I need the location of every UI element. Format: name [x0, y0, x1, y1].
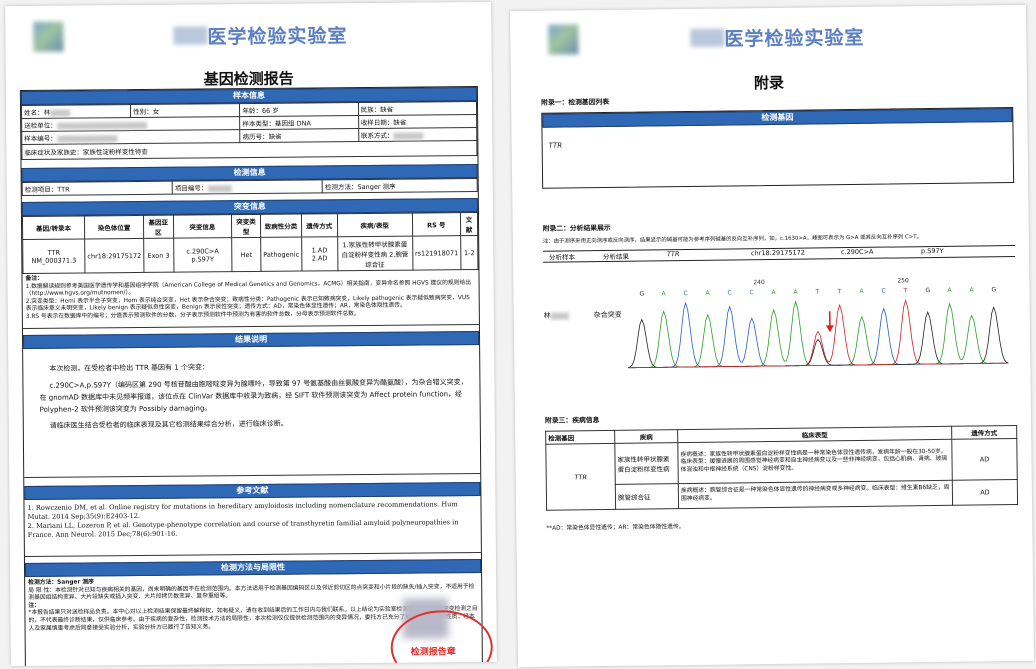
base-call: C	[683, 290, 687, 297]
base-calls: GACACCAATTACTGAAG	[639, 286, 996, 297]
result-text: 本次检测，在受检者中检出 TTR 基因有 1 个突变： c.290C>A,p.S…	[23, 345, 481, 478]
sample-name: 林	[544, 310, 569, 320]
clinical-history: 临床症状及家族史：家族性淀粉样变性待查	[21, 140, 477, 160]
base-call: A	[771, 289, 776, 296]
lab-header: 医学检验实验室	[510, 17, 1026, 59]
redacted-lab-prefix	[173, 26, 208, 45]
lab-header: 医学检验实验室	[5, 16, 491, 56]
base-call: G	[991, 286, 996, 293]
mutation-arrow-icon	[825, 311, 834, 333]
base-call: C	[727, 289, 731, 296]
chromatogram: 240 250 G A C A C C A A T T A C T G A A G	[627, 277, 1009, 369]
base-call: G	[925, 287, 930, 294]
mutation-table: 基因/转录本 染色体位置 基因亚区 突变信息 突变类型 致病性分类 遗传方式 疾…	[22, 212, 478, 274]
table-row: 检测项目：TTR 项目编号： 检测方法：Sanger 测序	[22, 178, 478, 196]
table-row: 临床症状及家族史：家族性淀粉样变性待查	[21, 140, 477, 160]
redacted-lab-prefix	[690, 28, 725, 47]
axis-label-250: 250	[897, 277, 909, 284]
base-call: C	[749, 289, 753, 296]
appendix-footnote: **AD：常染色体显性遗传；AR：常染色体隐性遗传。	[546, 524, 685, 532]
references-list: 1. Rowczenio DM, et al. Online registry …	[24, 496, 481, 557]
gene-list-item: TTR	[548, 141, 563, 150]
gene-list-box: 检测基因 TTR	[541, 107, 1015, 189]
appendix2-title: 附录二：分析结果展示	[542, 223, 611, 233]
base-call: A	[793, 289, 798, 296]
lab-name: 医学检验实验室	[207, 25, 348, 49]
detect-table: 检测项目：TTR 项目编号： 检测方法：Sanger 测序	[22, 178, 478, 196]
base-call: T	[836, 288, 841, 295]
base-call: A	[859, 288, 864, 295]
lab-logo-icon	[548, 24, 579, 55]
stamp-text: 检测报告章	[410, 647, 456, 658]
base-call: G	[639, 291, 644, 298]
result-header-row: 分析样本 分析结果 TTR chr18:29175172 c.290C>A p.…	[542, 245, 1016, 263]
base-call: C	[881, 288, 885, 295]
appendix3-title: 附录三：疾病信息	[544, 416, 600, 425]
trace-A	[628, 300, 1009, 369]
table-row: TTR 家族性转甲状腺素蛋白淀粉样变性病 疾病概述：家族性转甲状腺素蛋白淀粉样变…	[545, 438, 1018, 511]
appendix-page: 医学检验实验室 附录 附录一：检测基因列表 检测基因 TTR 附录二：分析结果展…	[510, 4, 1034, 668]
base-call: A	[969, 287, 974, 294]
sample-table: 姓名：林 性别：女 年龄：66 岁 民族：缺省 送检单位： 样本类型：基因组 D…	[21, 101, 477, 160]
lab-logo-icon	[33, 21, 64, 52]
base-call: A	[947, 287, 952, 294]
base-call: T	[814, 288, 819, 295]
lab-name: 医学检验实验室	[724, 26, 865, 51]
axis-label-240: 240	[753, 279, 765, 286]
base-call: T	[902, 287, 907, 294]
base-call: A	[661, 290, 666, 297]
appendix-title: 附录	[753, 73, 785, 93]
notes-block: 备注： 1.数据解读规则参考美国医学遗传学和基因组学学院（American Co…	[22, 270, 479, 329]
disease-table: 检测基因 疾病 临床表型 遗传方式 TTR 家族性转甲状腺素蛋白淀粉样变性病 疾…	[545, 425, 1018, 511]
table-row: 腕管综合征 疾病概述：腕管综合征是一种常染色体显性遗传的神经病变或多神经病变。临…	[546, 479, 1018, 511]
appendix2-note: 注：由于测序采用正向测序或反向测序，结果显示的碱基可能为参考序列碱基的反向互补序…	[542, 234, 922, 245]
report-body: 样本信息 姓名：林 性别：女 年龄：66 岁 民族：缺省 送检单位： 样本类型：…	[19, 86, 483, 667]
appendix1-title: 附录一：检测基因列表	[541, 97, 610, 107]
report-page: 医学检验实验室 基因检测报告 样本信息 姓名：林 性别：女 年龄：66 岁 民族…	[5, 1, 497, 667]
trace-G	[627, 306, 1009, 368]
table-row: TTR NM_000371.3 chr18:29175172 Exon 3 c.…	[22, 235, 478, 274]
chromatogram-traces	[627, 298, 1009, 369]
base-call: A	[705, 290, 710, 297]
